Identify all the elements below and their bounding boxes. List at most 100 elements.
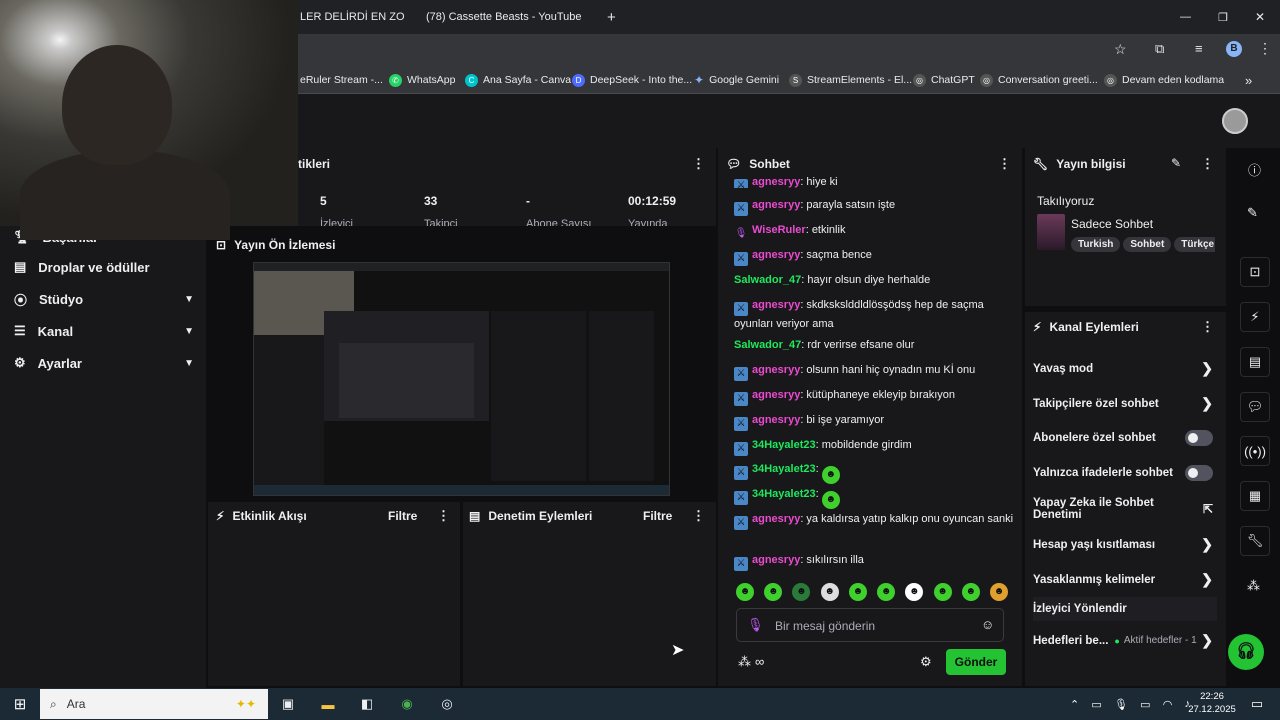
emote-icon[interactable]: ☻ bbox=[848, 583, 867, 601]
chat-input[interactable]: 🎙︎ Bir mesaj gönderin ☺ bbox=[736, 608, 1004, 642]
followers-only-action[interactable]: Takipçilere özel sohbet ❯ bbox=[1033, 395, 1213, 412]
emote-icon[interactable]: ☻ bbox=[877, 583, 896, 601]
stream-preview-video[interactable] bbox=[253, 262, 670, 496]
profile-avatar[interactable]: B bbox=[1226, 41, 1242, 57]
media-icon[interactable]: ≡ bbox=[1195, 41, 1203, 56]
chat-username[interactable]: WiseRuler bbox=[752, 224, 806, 236]
emote-only-toggle[interactable] bbox=[1185, 465, 1213, 481]
chat-username[interactable]: Salwador_47 bbox=[734, 339, 801, 351]
chat-username[interactable]: 34Hayalet23 bbox=[752, 439, 816, 451]
system-tray[interactable]: ⌃ ▭ 🎙︎ ▭ ◠ ♪ bbox=[1070, 694, 1190, 714]
layout-icon[interactable]: ▦ bbox=[1240, 481, 1270, 511]
filter-button[interactable]: Filtre bbox=[388, 509, 417, 523]
windows-start-icon[interactable]: ⊞ bbox=[9, 694, 31, 714]
bookmark[interactable]: ◎ Conversation greeti... bbox=[980, 71, 1098, 89]
chat-username[interactable]: agnesryy bbox=[752, 414, 800, 426]
window-close-button[interactable]: ✕ bbox=[1255, 4, 1265, 30]
more-options-icon[interactable]: ⋮ bbox=[692, 508, 705, 524]
chat-username[interactable]: agnesryy bbox=[752, 199, 800, 211]
store-icon[interactable]: ◧ bbox=[356, 694, 378, 714]
raid-action[interactable]: İzleyici Yönlendir bbox=[1033, 597, 1217, 621]
info-icon[interactable]: ⓘ bbox=[1248, 160, 1261, 179]
chat-username[interactable]: agnesryy bbox=[752, 364, 800, 376]
chat-username[interactable]: agnesryy bbox=[752, 513, 800, 525]
bookmark[interactable]: ✦ Google Gemini bbox=[694, 71, 779, 89]
chat-bubble-icon[interactable]: 💬︎ bbox=[1240, 392, 1270, 422]
bookmark[interactable]: ◎ ChatGPT bbox=[913, 71, 975, 89]
more-options-icon[interactable]: ⋮ bbox=[1201, 319, 1214, 335]
more-options-icon[interactable]: ⋮ bbox=[437, 508, 450, 524]
clock[interactable]: 22:26 27.12.2025 bbox=[1188, 690, 1236, 716]
emoji-icon[interactable]: ☺ bbox=[981, 617, 994, 632]
bookmark[interactable]: D DeepSeek - Into the... bbox=[572, 71, 692, 89]
sidebar-item-channel[interactable]: ☰ Kanal ▼ bbox=[14, 320, 194, 342]
bookmark[interactable]: C Ana Sayfa - Canva bbox=[465, 71, 571, 89]
task-view-icon[interactable]: ▣ bbox=[277, 694, 299, 714]
lightning-icon[interactable]: ⚡︎ bbox=[1240, 302, 1270, 332]
clip-icon[interactable]: ⊡ bbox=[1240, 257, 1270, 287]
category-name[interactable]: Sadece Sohbet bbox=[1071, 217, 1153, 231]
chat-username[interactable]: agnesryy bbox=[752, 249, 800, 261]
tag[interactable]: Turkish bbox=[1071, 237, 1121, 252]
emote-icon[interactable]: ☻ bbox=[989, 583, 1008, 601]
subs-only-toggle[interactable] bbox=[1185, 430, 1213, 446]
blocked-terms-action[interactable]: Yasaklanmış kelimeler ❯ bbox=[1033, 571, 1213, 588]
chat-settings-gear-icon[interactable]: ⚙ bbox=[920, 654, 932, 670]
edit-pencil-icon[interactable]: ✎ bbox=[1171, 156, 1181, 170]
goals-action[interactable]: Hedefleri be... ● Aktif hedefler - 1 ❯ bbox=[1033, 632, 1213, 649]
chat-username[interactable]: agnesryy bbox=[752, 299, 800, 311]
extensions-icon[interactable]: ⁂ bbox=[1247, 578, 1260, 594]
sidebar-item-drops[interactable]: ▤ Droplar ve ödüller bbox=[14, 256, 194, 278]
chat-username[interactable]: Salwador_47 bbox=[734, 274, 801, 286]
user-avatar[interactable] bbox=[1222, 108, 1248, 134]
emote-icon[interactable]: ☻ bbox=[764, 583, 783, 601]
ai-moderation-action[interactable]: Yapay Zeka ile Sohbet Denetimi ⇱ bbox=[1033, 497, 1213, 521]
account-age-action[interactable]: Hesap yaşı kısıtlaması ❯ bbox=[1033, 536, 1213, 553]
bookmark[interactable]: ✆ WhatsApp bbox=[389, 71, 455, 89]
bookmark[interactable]: ◎ Devam eden kodlama bbox=[1104, 71, 1224, 89]
more-options-icon[interactable]: ⋮ bbox=[998, 156, 1011, 172]
taskbar-search[interactable]: ⌕ Ara ✦✦ bbox=[40, 689, 268, 719]
emote-icon[interactable]: ☻ bbox=[736, 583, 754, 601]
slow-mode-action[interactable]: Yavaş mod ❯ bbox=[1033, 360, 1213, 377]
headset-button[interactable]: 🎧︎ bbox=[1228, 634, 1264, 670]
minimize-button[interactable]: — bbox=[1180, 4, 1191, 30]
menu-icon[interactable]: ⋮ bbox=[1258, 40, 1272, 57]
file-explorer-icon[interactable]: ▬ bbox=[317, 694, 339, 714]
bookmark[interactable]: S StreamElements - El... bbox=[789, 71, 912, 89]
extensions-icon[interactable]: ⧉ bbox=[1155, 41, 1164, 57]
sidebar-item-settings[interactable]: ⚙ Ayarlar ▼ bbox=[14, 352, 194, 374]
emote-icon[interactable]: ☻ bbox=[933, 583, 952, 601]
emote-icon[interactable]: ☻ bbox=[792, 583, 811, 601]
new-tab-button[interactable]: + bbox=[607, 4, 616, 30]
more-bookmarks-icon[interactable]: » bbox=[1245, 71, 1252, 89]
notes-icon[interactable]: ▤ bbox=[1240, 347, 1270, 377]
emote-icon[interactable]: ☻ bbox=[820, 583, 839, 601]
browser-tab[interactable]: (78) Cassette Beasts - YouTube ✕ bbox=[418, 4, 594, 30]
chat-username[interactable]: agnesryy bbox=[752, 176, 800, 188]
emote-icon[interactable]: ☻ bbox=[905, 583, 924, 601]
filter-button[interactable]: Filtre bbox=[643, 509, 672, 523]
more-options-icon[interactable]: ⋮ bbox=[692, 156, 705, 172]
sidebar-item-studio[interactable]: ⦿ Stüdyo ▼ bbox=[14, 288, 194, 310]
star-icon[interactable]: ☆ bbox=[1114, 41, 1127, 58]
chrome-icon[interactable]: ◉ bbox=[396, 694, 418, 714]
obs-icon[interactable]: ◎ bbox=[436, 694, 458, 714]
bookmark[interactable]: eRuler Stream -... bbox=[300, 71, 383, 89]
send-button[interactable]: Gönder bbox=[946, 649, 1006, 675]
chat-username[interactable]: 34Hayalet23 bbox=[752, 488, 816, 500]
chat-username[interactable]: agnesryy bbox=[752, 389, 800, 401]
channel-points[interactable]: ⁂ ∞ bbox=[738, 654, 764, 670]
notification-icon[interactable]: ▭ bbox=[1246, 694, 1268, 714]
edit-pencil-icon[interactable]: ✎ bbox=[1247, 205, 1258, 221]
tag[interactable]: Sohbet bbox=[1123, 237, 1172, 252]
wrench-icon[interactable]: 🔧︎ bbox=[1240, 526, 1270, 556]
more-options-icon[interactable]: ⋮ bbox=[1201, 156, 1214, 172]
chat-username[interactable]: 34Hayalet23 bbox=[752, 463, 816, 475]
chat-username[interactable]: agnesryy bbox=[752, 554, 800, 566]
browser-tab[interactable]: LER DELİRDİ EN ZOR ✕ bbox=[300, 4, 405, 30]
maximize-button[interactable]: ❐ bbox=[1218, 4, 1228, 30]
broadcast-icon[interactable]: ((•)) bbox=[1240, 436, 1270, 466]
emote-icon[interactable]: ☻ bbox=[961, 583, 980, 601]
tag[interactable]: Türkçe bbox=[1174, 237, 1215, 252]
